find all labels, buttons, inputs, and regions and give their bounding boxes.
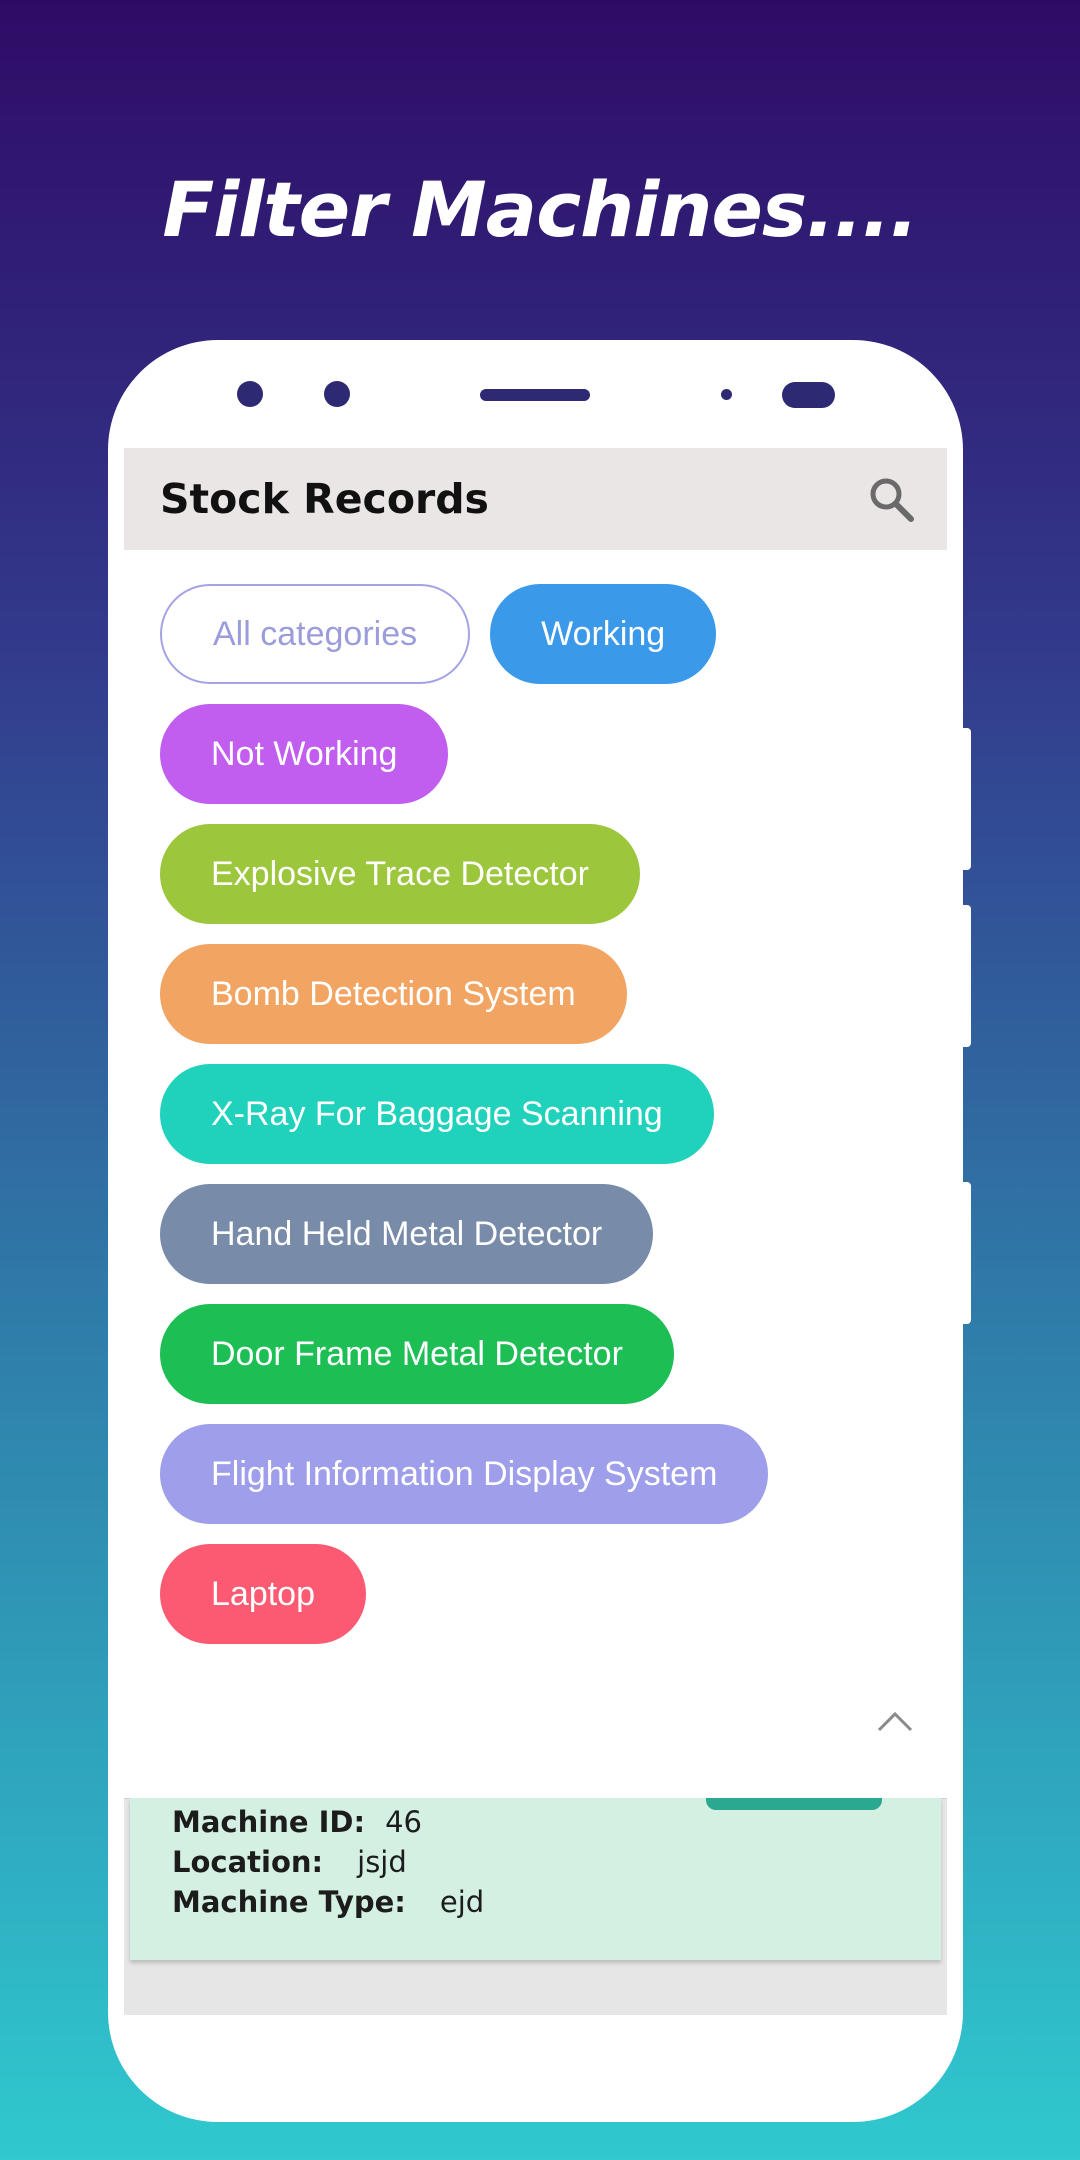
status-badge <box>706 1798 882 1810</box>
app-screen: Stock Records All categories Working Not W… <box>124 448 947 2015</box>
filter-chip-row: Laptop <box>160 1544 920 1644</box>
filter-chip-row: X-Ray For Baggage Scanning <box>160 1064 920 1164</box>
proximity-sensor <box>721 389 732 400</box>
chevron-up-icon[interactable] <box>873 1700 917 1744</box>
front-camera <box>237 381 263 407</box>
flash-sensor <box>782 382 835 408</box>
filter-panel: All categories Working Not Working Explosiv… <box>124 550 947 1799</box>
machine-id-row: Machine ID: 46 <box>172 1802 484 1842</box>
machine-id-label: Machine ID: <box>172 1805 366 1839</box>
search-icon[interactable] <box>865 473 917 525</box>
filter-chip-laptop[interactable]: Laptop <box>160 1544 366 1644</box>
app-bar: Stock Records <box>124 448 947 550</box>
speaker-grille <box>480 389 590 401</box>
filter-chip-row: Explosive Trace Detector <box>160 824 920 924</box>
location-row: Location: jsjd <box>172 1842 484 1882</box>
filter-chip-row: Door Frame Metal Detector <box>160 1304 920 1404</box>
filter-chip-row: All categories Working <box>160 584 920 684</box>
filter-chip-explosive-trace-detector[interactable]: Explosive Trace Detector <box>160 824 640 924</box>
filter-chip-row: Bomb Detection System <box>160 944 920 1044</box>
filter-chip-row: Not Working <box>160 704 920 804</box>
filter-chip-working[interactable]: Working <box>490 584 717 684</box>
filter-chip-hand-held-metal-detector[interactable]: Hand Held Metal Detector <box>160 1184 654 1284</box>
volume-down-button <box>955 905 971 1047</box>
filter-chip-flight-information-display-system[interactable]: Flight Information Display System <box>160 1424 769 1524</box>
filter-chip-group: All categories Working Not Working Explosiv… <box>160 584 920 1664</box>
filter-chip-door-frame-metal-detector[interactable]: Door Frame Metal Detector <box>160 1304 674 1404</box>
machine-id-value: 46 <box>385 1805 422 1839</box>
headline: Filter Machines.... <box>162 165 918 254</box>
machine-type-value: ejd <box>439 1885 485 1919</box>
filter-chip-row: Hand Held Metal Detector <box>160 1184 920 1284</box>
machine-type-label: Machine Type: <box>172 1885 406 1919</box>
location-value: jsjd <box>357 1845 407 1879</box>
volume-up-button <box>955 728 971 870</box>
app-title: Stock Records <box>160 475 489 523</box>
filter-chip-row: Flight Information Display System <box>160 1424 920 1524</box>
machine-type-row: Machine Type: ejd <box>172 1882 484 1922</box>
power-button <box>955 1182 971 1324</box>
filter-chip-x-ray-for-baggage-scanning[interactable]: X-Ray For Baggage Scanning <box>160 1064 714 1164</box>
filter-chip-not-working[interactable]: Not Working <box>160 704 449 804</box>
location-label: Location: <box>172 1845 324 1879</box>
front-sensor <box>324 381 350 407</box>
filter-chip-bomb-detection-system[interactable]: Bomb Detection System <box>160 944 627 1044</box>
machine-record-card[interactable]: Machine ID: 46 Location: jsjd Machine Type… <box>130 1798 941 1960</box>
filter-chip-all-categories[interactable]: All categories <box>160 584 471 684</box>
